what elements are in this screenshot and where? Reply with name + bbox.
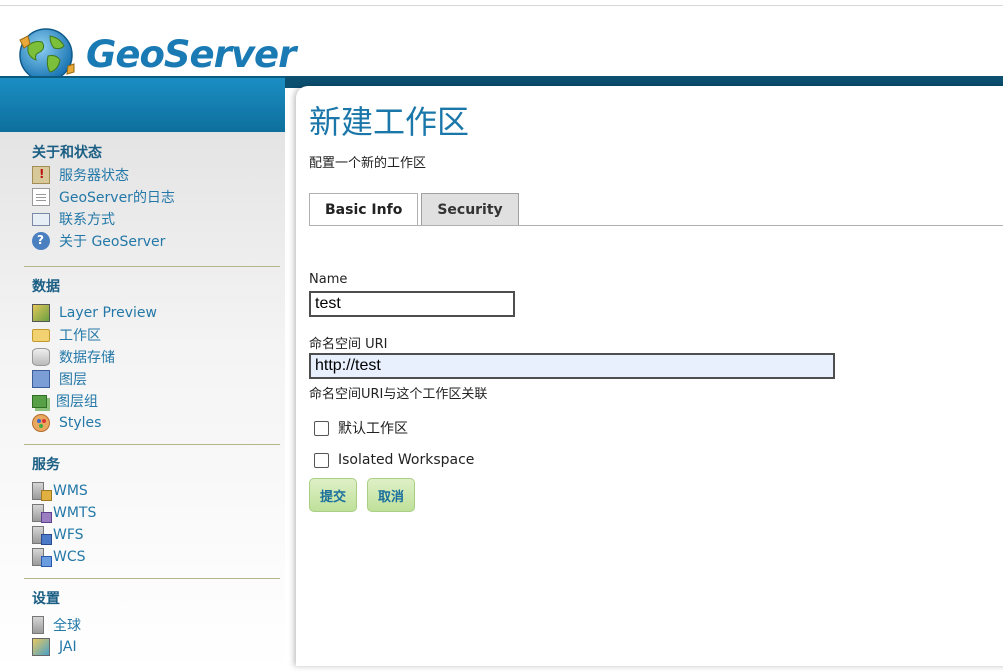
database-icon: [32, 348, 50, 366]
layer-group-icon: [32, 394, 47, 408]
wcs-server-icon: [32, 548, 52, 567]
sidebar-item-label: 全球: [53, 618, 81, 634]
uri-hint: 命名空间URI与这个工作区关联: [309, 387, 488, 402]
sidebar-item-label: 图层: [59, 372, 87, 388]
sidebar-item-global[interactable]: 全球: [32, 614, 280, 636]
folder-icon: [32, 328, 50, 342]
map-preview-icon: [32, 304, 50, 322]
server-status-icon: [32, 166, 50, 184]
sidebar-item-stores[interactable]: 数据存储: [32, 346, 280, 368]
sidebar-item-label: WMS: [53, 483, 88, 499]
name-field[interactable]: [309, 291, 515, 317]
sidebar-section-title: 服务: [32, 457, 60, 473]
sidebar-item-styles[interactable]: Styles: [32, 412, 280, 434]
global-settings-icon: [32, 616, 44, 634]
sidebar-section-data: 数据 Layer Preview 工作区 数据存储 图层 图层组 Styles: [24, 276, 280, 434]
default-workspace-label: 默认工作区: [338, 421, 408, 437]
sidebar-item-workspaces[interactable]: 工作区: [32, 324, 280, 346]
sidebar-item-label: 图层组: [56, 394, 98, 410]
sidebar-item-wms[interactable]: WMS: [32, 480, 280, 502]
contact-card-icon: [32, 212, 50, 226]
sidebar-item-label: WMTS: [53, 505, 97, 521]
sidebar-item-contact[interactable]: 联系方式: [32, 208, 280, 230]
default-workspace-row: 默认工作区: [314, 418, 408, 438]
log-document-icon: [32, 188, 50, 206]
sidebar-item-jai[interactable]: JAI: [32, 636, 280, 658]
wms-server-icon: [32, 482, 52, 501]
sidebar-item-about[interactable]: 关于 GeoServer: [32, 230, 280, 252]
sidebar-item-logs[interactable]: GeoServer的日志: [32, 186, 280, 208]
sidebar-divider: [24, 578, 280, 579]
namespace-uri-field[interactable]: [309, 353, 835, 379]
sidebar-item-layer-groups[interactable]: 图层组: [32, 390, 280, 412]
tab-basic-info[interactable]: Basic Info: [309, 193, 419, 226]
sidebar-item-label: 工作区: [59, 328, 101, 344]
page-title: 新建工作区: [309, 103, 470, 141]
sidebar-item-label: Layer Preview: [59, 305, 157, 321]
isolated-workspace-label: Isolated Workspace: [338, 452, 475, 468]
sidebar-item-layer-preview[interactable]: Layer Preview: [32, 302, 280, 324]
name-label: Name: [309, 272, 348, 287]
sidebar-item-wfs[interactable]: WFS: [32, 524, 280, 546]
top-divider: [0, 5, 1003, 6]
submit-button[interactable]: 提交: [309, 478, 358, 512]
sidebar-section-title: 数据: [32, 279, 60, 295]
jai-icon: [32, 638, 50, 656]
sidebar-section-settings: 设置 全球 JAI: [24, 588, 280, 658]
tab-underline: [309, 225, 1003, 226]
default-workspace-checkbox[interactable]: [314, 420, 329, 436]
isolated-workspace-row: Isolated Workspace: [314, 452, 474, 468]
sidebar-item-label: 关于 GeoServer: [59, 234, 166, 250]
uri-label: 命名空间 URI: [309, 337, 388, 352]
page-description: 配置一个新的工作区: [309, 156, 427, 171]
sidebar-item-server-status[interactable]: 服务器状态: [32, 164, 280, 186]
sidebar-item-wcs[interactable]: WCS: [32, 546, 280, 568]
sidebar-item-layers[interactable]: 图层: [32, 368, 280, 390]
sidebar-section-services: 服务 WMS WMTS WFS WCS: [24, 454, 280, 568]
sidebar-item-label: WFS: [53, 527, 84, 543]
sidebar-item-label: Styles: [59, 415, 102, 431]
header-bar-left: [0, 76, 285, 132]
palette-icon: [32, 414, 50, 432]
cancel-button[interactable]: 取消: [367, 478, 416, 512]
wfs-server-icon: [32, 526, 52, 545]
sidebar-item-label: JAI: [59, 639, 77, 655]
sidebar-section-title: 关于和状态: [32, 145, 102, 161]
sidebar-item-label: 服务器状态: [59, 168, 129, 184]
sidebar-divider: [24, 266, 280, 267]
logo-text: GeoServer: [86, 32, 296, 76]
sidebar-item-label: WCS: [53, 549, 86, 565]
tab-bar: Basic Info Security: [309, 193, 522, 226]
sidebar-item-label: 联系方式: [59, 212, 115, 228]
tab-security[interactable]: Security: [421, 193, 519, 226]
info-icon: [32, 232, 50, 250]
layer-icon: [32, 370, 50, 388]
sidebar-item-label: 数据存储: [59, 350, 115, 366]
sidebar-section-title: 设置: [32, 591, 60, 607]
sidebar-item-wmts[interactable]: WMTS: [32, 502, 280, 524]
wmts-server-icon: [32, 504, 52, 523]
sidebar-divider: [24, 444, 280, 445]
sidebar-section-about: 关于和状态 服务器状态 GeoServer的日志 联系方式 关于 GeoServ…: [24, 142, 280, 252]
isolated-workspace-checkbox[interactable]: [314, 452, 329, 468]
sidebar-item-label: GeoServer的日志: [59, 190, 175, 206]
